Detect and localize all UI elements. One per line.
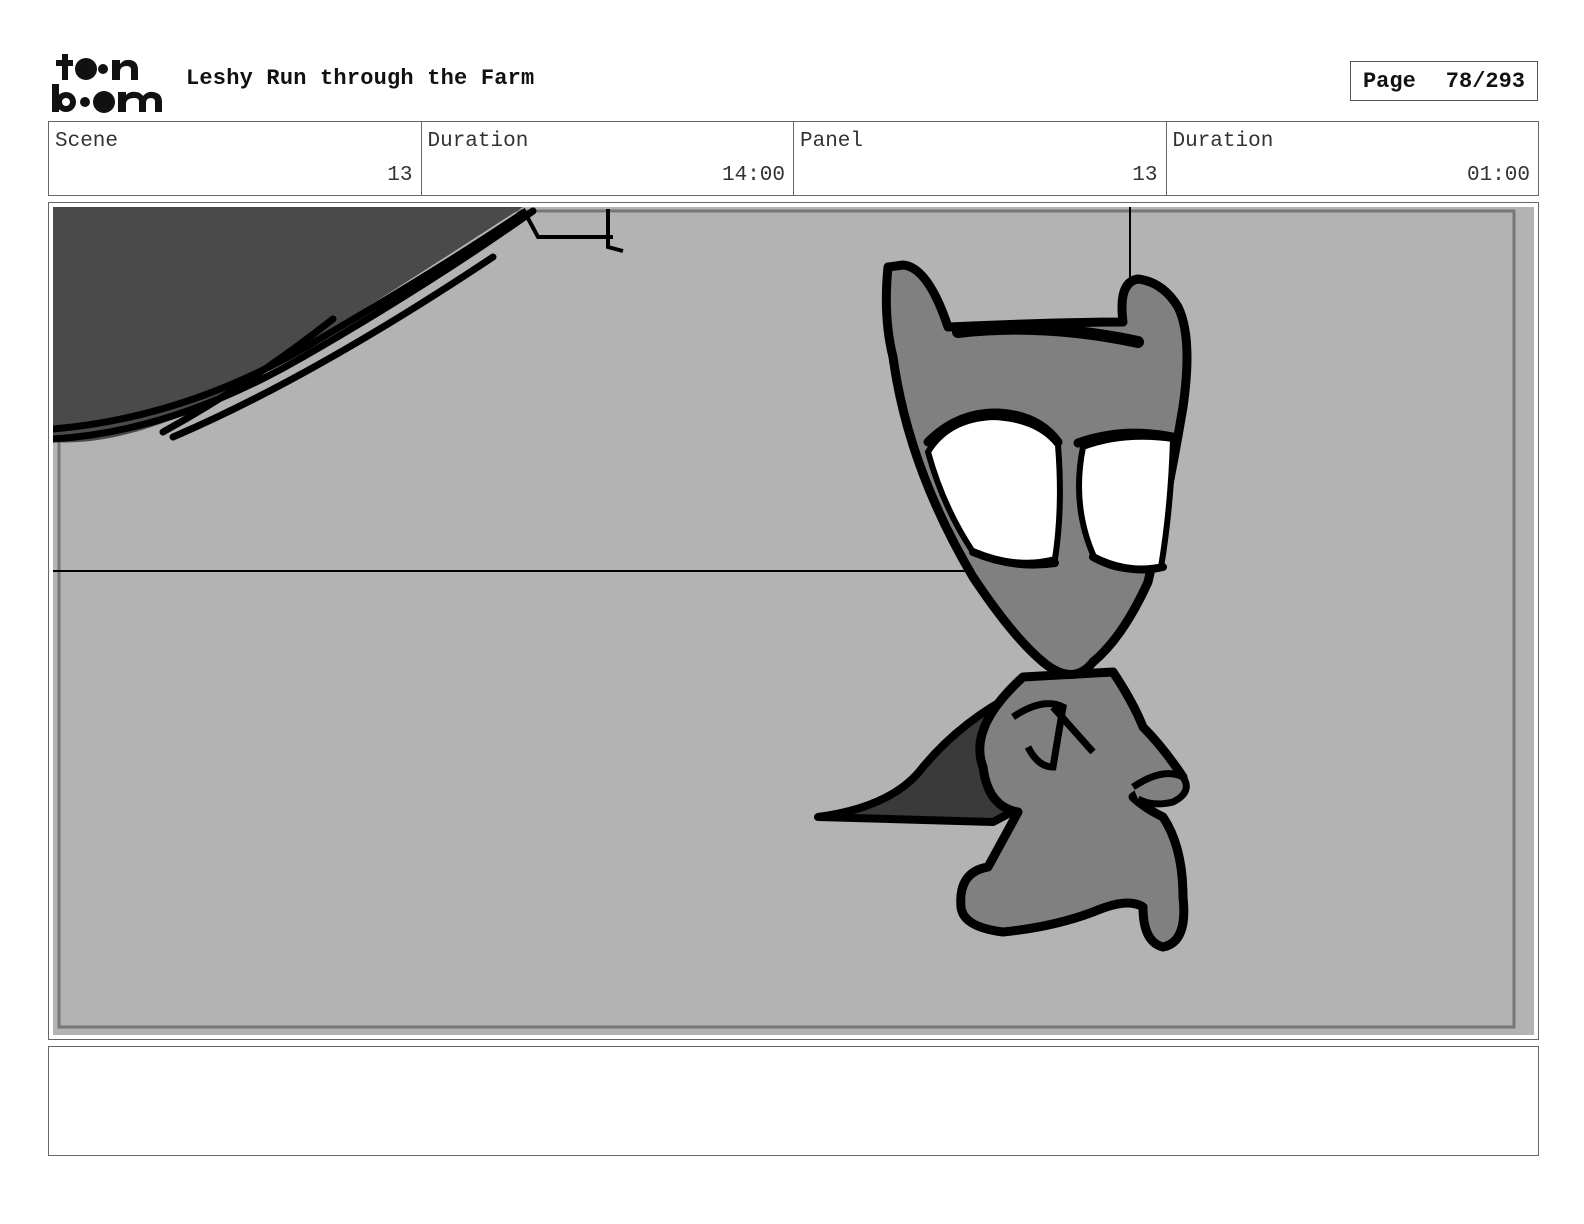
scene-duration-label: Duration	[427, 130, 529, 153]
panel-drawing	[53, 207, 1534, 1035]
scene-value: 13	[387, 164, 413, 187]
storyboard-title: Leshy Run through the Farm	[186, 66, 535, 91]
hand	[1131, 770, 1190, 808]
scene-label: Scene	[55, 130, 119, 153]
toon-boom-logo	[50, 50, 168, 114]
panel-duration-cell: Duration 01:00	[1167, 122, 1539, 195]
panel-value: 13	[1132, 164, 1158, 187]
page-indicator: Page 78/293	[1350, 61, 1538, 101]
page-label: Page	[1362, 68, 1416, 94]
panel-label: Panel	[800, 130, 864, 153]
storyboard-panel	[48, 202, 1539, 1040]
scene-cell: Scene 13	[49, 122, 422, 195]
panel-info-table: Scene 13 Duration 14:00 Panel 13 Duratio…	[48, 121, 1539, 196]
panel-duration-value: 01:00	[1466, 164, 1530, 187]
scene-duration-cell: Duration 14:00	[422, 122, 794, 195]
right-eye	[1076, 433, 1177, 573]
panel-duration-label: Duration	[1172, 130, 1274, 153]
panel-notes-box	[48, 1046, 1539, 1156]
scene-duration-value: 14:00	[721, 164, 785, 187]
page-number: 78/293	[1445, 68, 1526, 94]
panel-cell: Panel 13	[794, 122, 1167, 195]
